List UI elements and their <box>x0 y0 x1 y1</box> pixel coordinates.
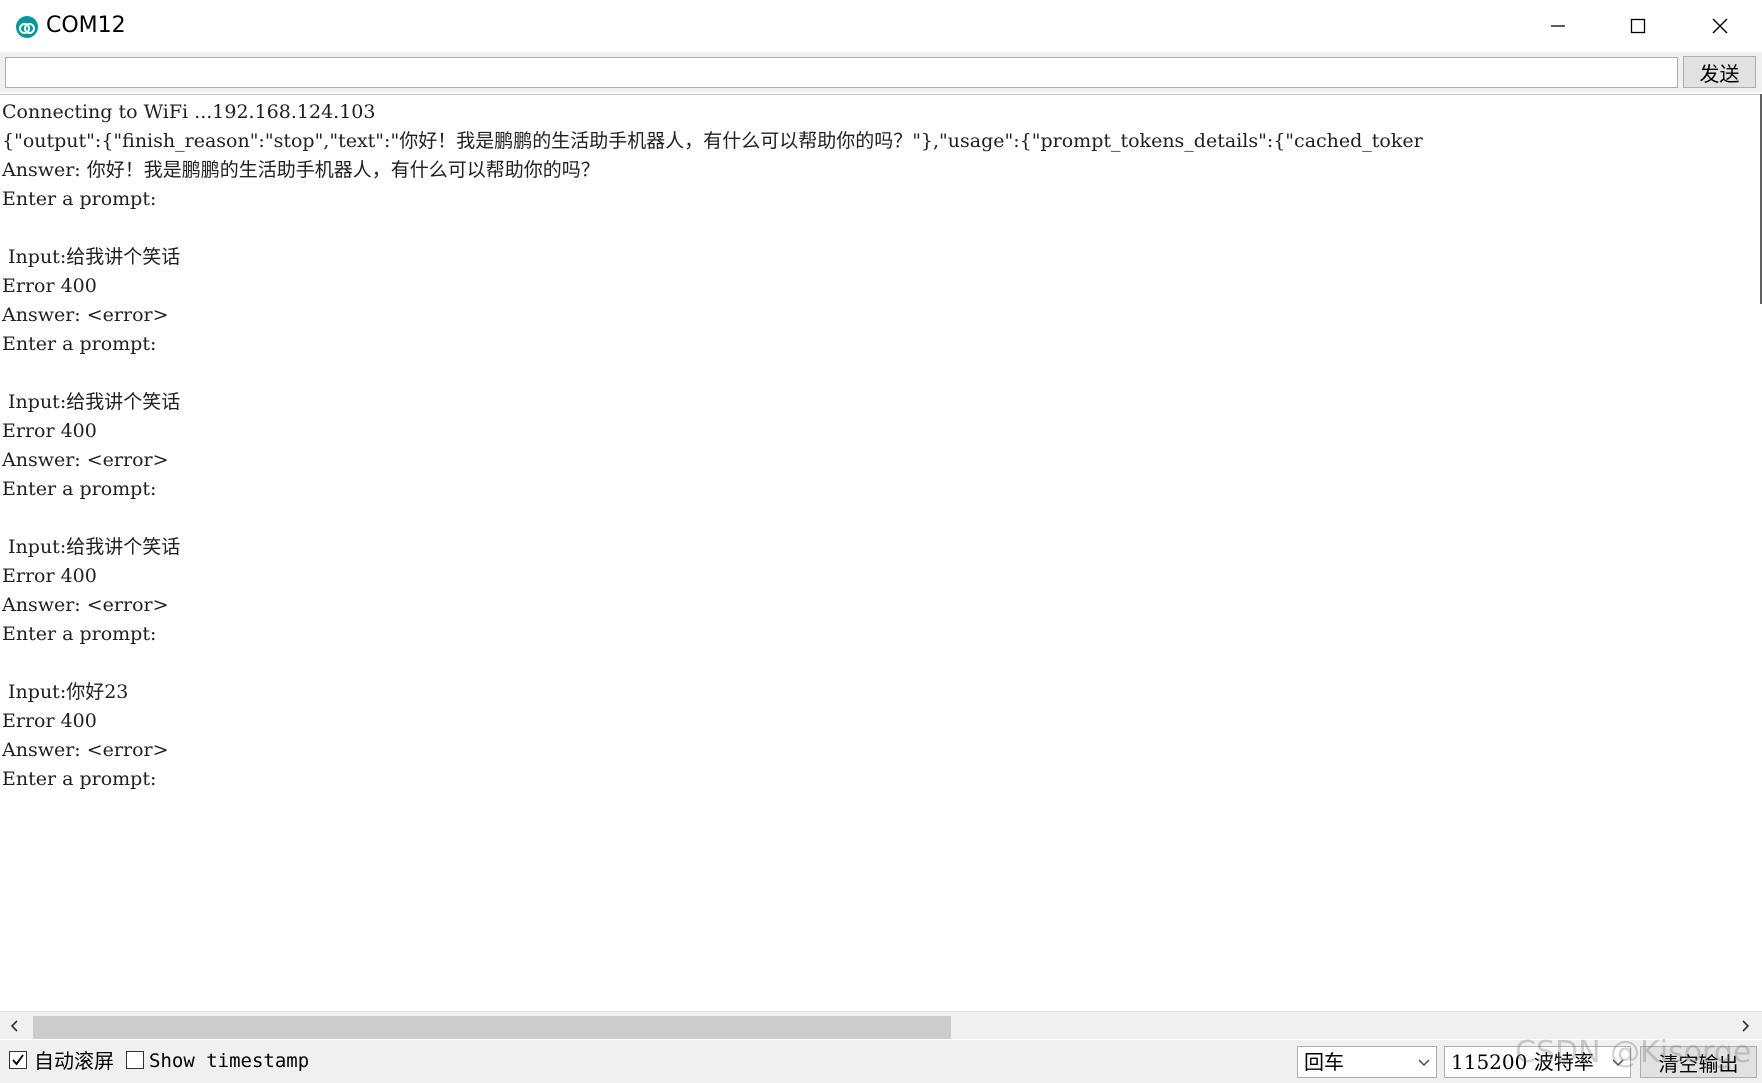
chevron-left-icon <box>10 1020 18 1032</box>
clear-output-button[interactable]: 清空输出 <box>1640 1046 1757 1078</box>
output-line: Answer: <error> <box>2 304 169 326</box>
timestamp-label[interactable]: Show timestamp <box>149 1049 309 1073</box>
output-line: Input:给我讲个笑话 <box>2 391 181 413</box>
minimize-icon <box>1551 25 1565 27</box>
line-ending-select[interactable]: 回车 <box>1297 1046 1437 1078</box>
output-line: Input:给我讲个笑话 <box>2 536 181 558</box>
serial-output[interactable]: Connecting to WiFi ...192.168.124.103 {"o… <box>0 94 1760 1010</box>
output-line: Input:你好23 <box>2 681 129 703</box>
window-title: COM12 <box>46 13 126 38</box>
output-line: Error 400 <box>2 565 97 587</box>
autoscroll-label[interactable]: 自动滚屏 <box>34 1049 114 1073</box>
horizontal-scrollbar[interactable] <box>0 1011 1762 1039</box>
chevron-down-icon <box>1612 1059 1624 1066</box>
maximize-button[interactable] <box>1598 0 1678 52</box>
scroll-thumb[interactable] <box>33 1016 951 1039</box>
title-bar: COM12 <box>0 0 1762 52</box>
status-bar: 自动滚屏 Show timestamp 回车 115200 波特率 清空输出 <box>0 1040 1762 1083</box>
baud-rate-value: 115200 波特率 <box>1451 1050 1594 1074</box>
checkmark-icon <box>12 1054 24 1066</box>
output-line: Error 400 <box>2 275 97 297</box>
maximize-icon <box>1630 18 1646 34</box>
scroll-left-button[interactable] <box>0 1012 30 1040</box>
scroll-right-button[interactable] <box>1730 1012 1760 1040</box>
output-line: Enter a prompt: <box>2 333 157 355</box>
close-icon <box>1712 18 1728 34</box>
output-line: {"output":{"finish_reason":"stop","text"… <box>2 130 1423 152</box>
close-button[interactable] <box>1680 0 1760 52</box>
autoscroll-checkbox[interactable] <box>9 1051 27 1069</box>
baud-rate-select[interactable]: 115200 波特率 <box>1444 1046 1631 1078</box>
send-toolbar: 发送 <box>0 52 1762 92</box>
output-line: Connecting to WiFi ...192.168.124.103 <box>2 101 376 123</box>
output-line: Error 400 <box>2 420 97 442</box>
output-line: Enter a prompt: <box>2 478 157 500</box>
line-ending-value: 回车 <box>1304 1050 1344 1074</box>
chevron-right-icon <box>1742 1020 1750 1032</box>
output-line: Enter a prompt: <box>2 768 157 790</box>
output-line: Answer: <error> <box>2 739 169 761</box>
chevron-down-icon <box>1418 1059 1430 1066</box>
send-input[interactable] <box>5 57 1678 88</box>
output-line: Enter a prompt: <box>2 623 157 645</box>
minimize-button[interactable] <box>1518 0 1598 52</box>
output-line: Answer: <error> <box>2 449 169 471</box>
arduino-icon <box>16 16 38 38</box>
output-line: Input:给我讲个笑话 <box>2 246 181 268</box>
output-line: Enter a prompt: <box>2 188 157 210</box>
output-line: Error 400 <box>2 710 97 732</box>
send-button[interactable]: 发送 <box>1683 56 1756 88</box>
output-line: Answer: <error> <box>2 594 169 616</box>
output-text: Connecting to WiFi ...192.168.124.103 {"o… <box>2 98 1423 794</box>
timestamp-checkbox[interactable] <box>126 1051 144 1069</box>
output-line: Answer: 你好！我是鹏鹏的生活助手机器人，有什么可以帮助你的吗？ <box>2 159 600 181</box>
